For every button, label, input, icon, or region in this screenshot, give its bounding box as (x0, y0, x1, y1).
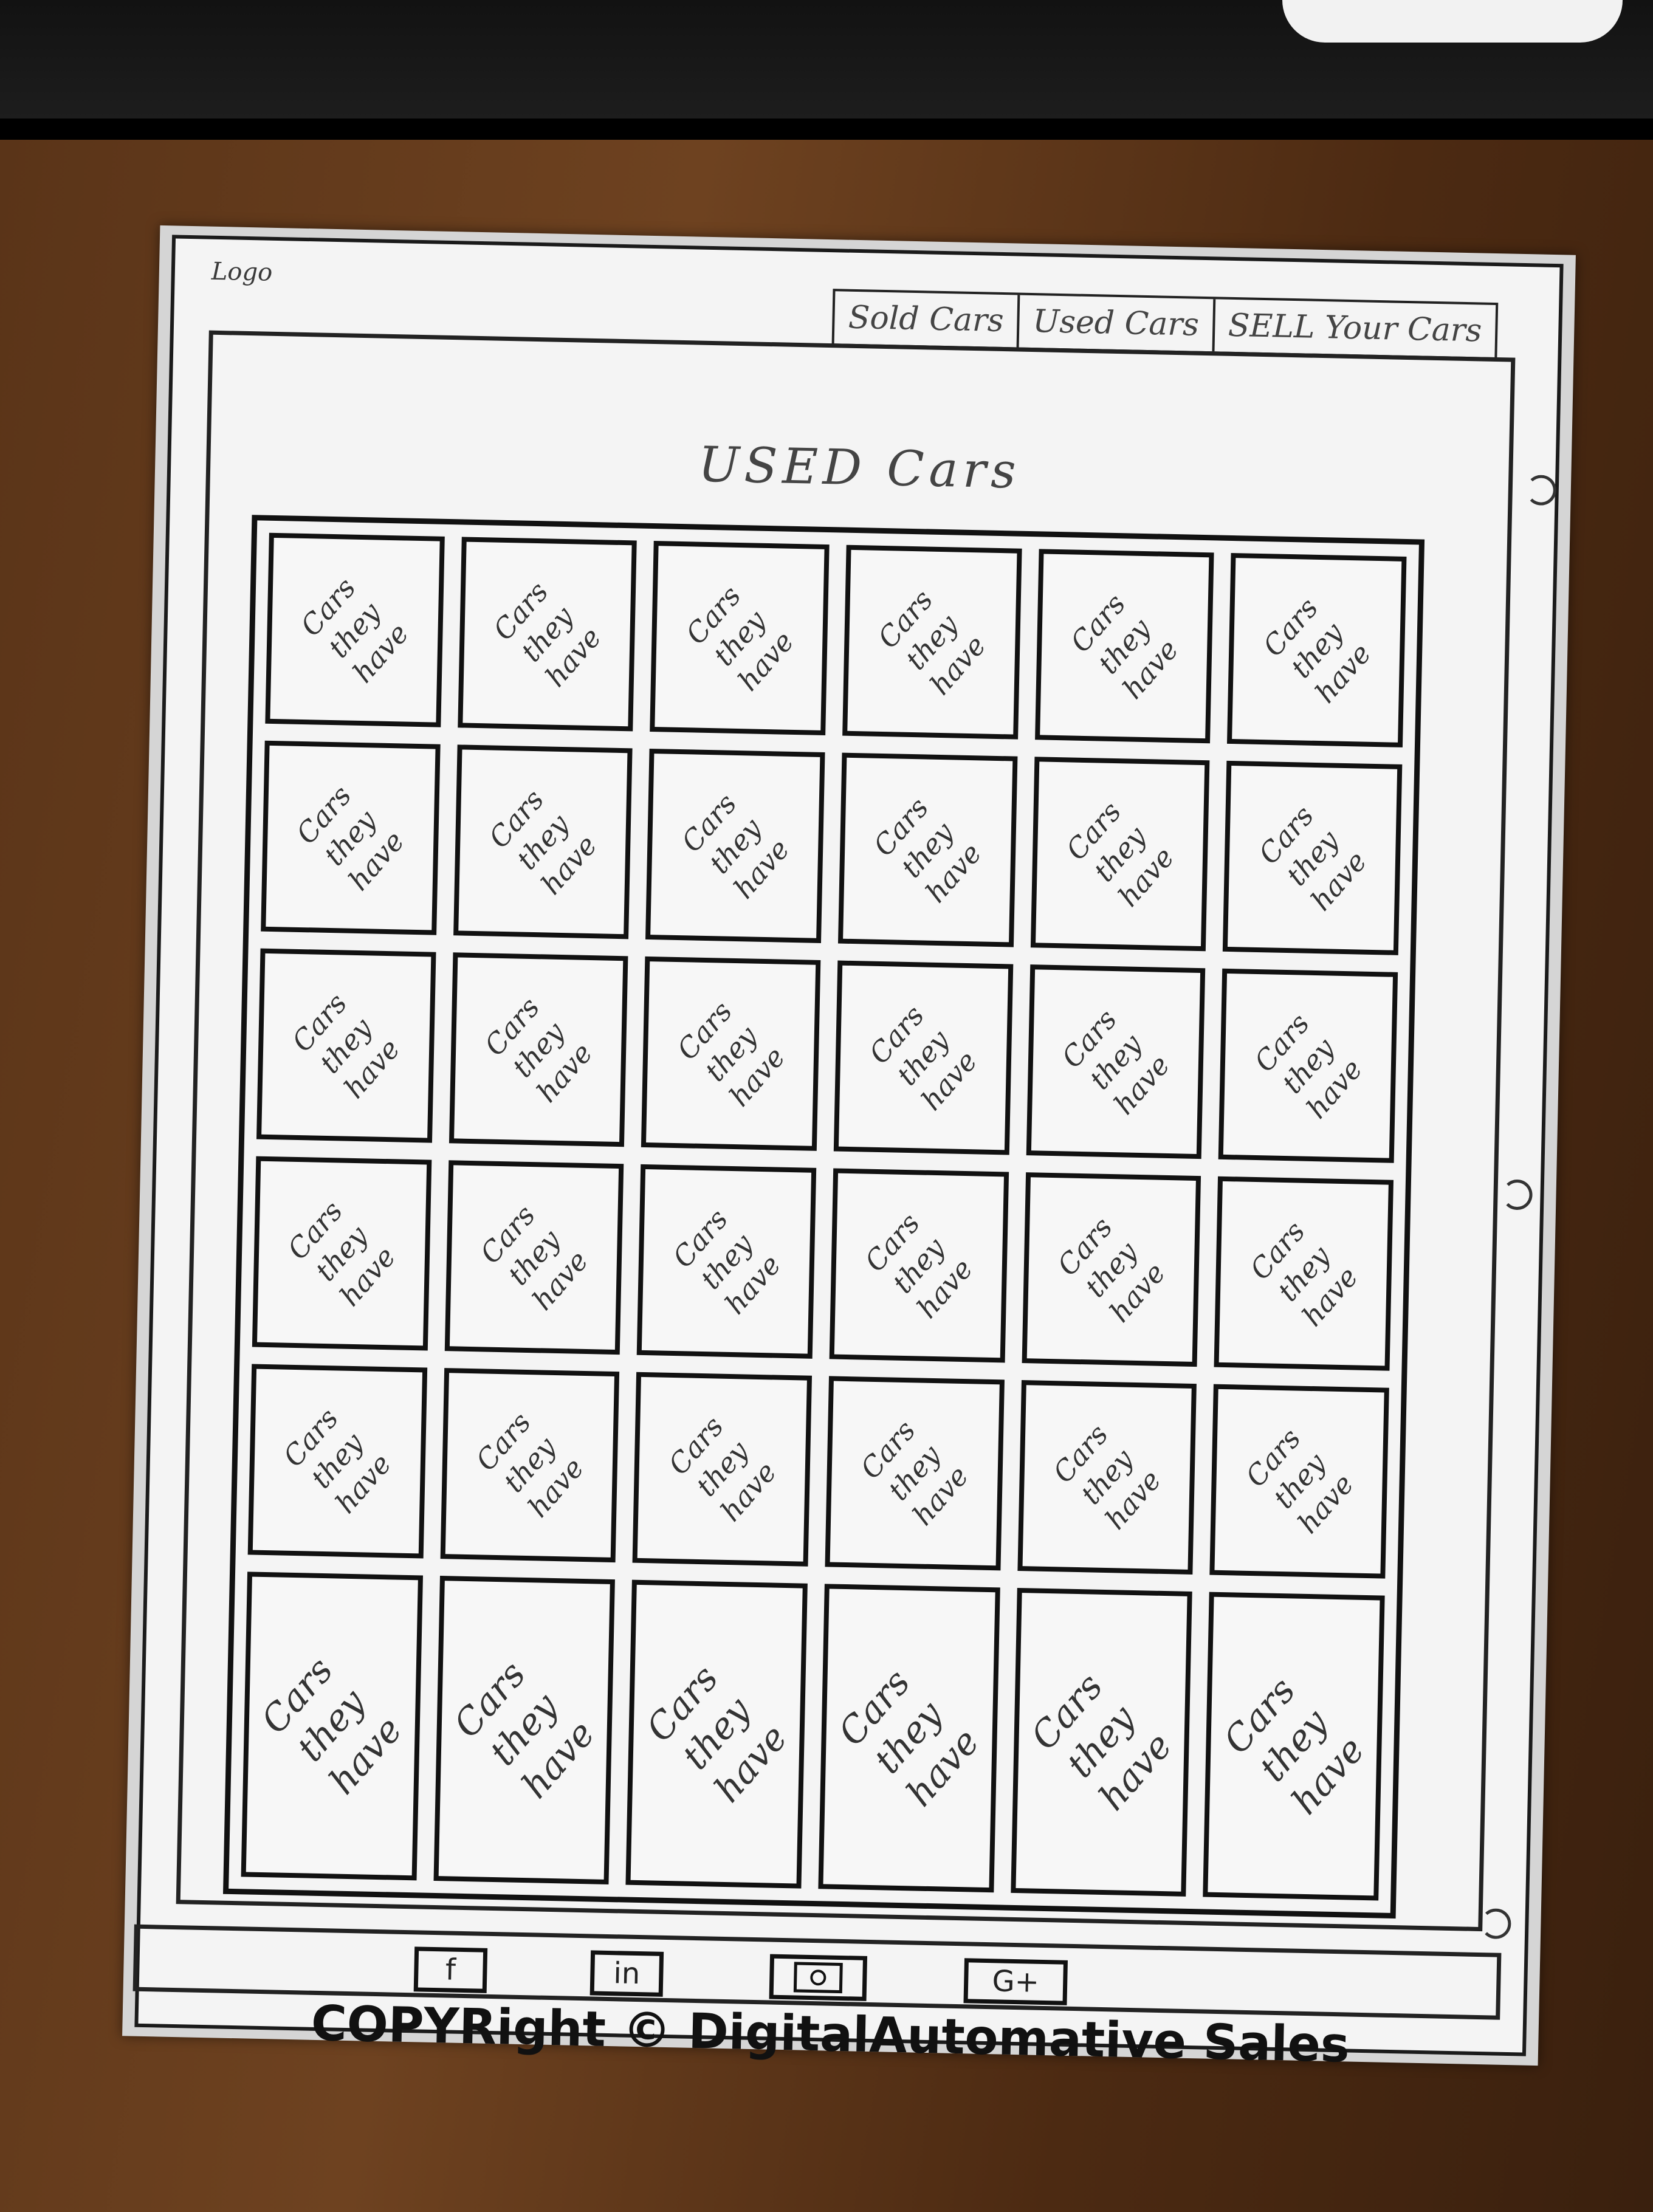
car-card-label: Cars they have (253, 1649, 411, 1803)
car-card[interactable]: Cars they have (256, 948, 436, 1143)
car-card[interactable]: Cars they have (818, 1584, 1000, 1893)
car-card[interactable]: Cars they have (1227, 552, 1407, 747)
page-title: USED Cars (698, 436, 1022, 500)
car-card[interactable]: Cars they have (1223, 760, 1403, 955)
car-card[interactable]: Cars they have (1034, 549, 1214, 744)
scrollbar-bottom-handle[interactable] (1480, 1908, 1511, 1940)
car-card[interactable]: Cars they have (241, 1571, 423, 1881)
car-card[interactable]: Cars they have (440, 1367, 620, 1562)
car-card-label: Cars they have (1022, 1665, 1181, 1819)
logo[interactable]: Logo (211, 258, 272, 287)
car-card-label: Cars they have (1046, 1418, 1167, 1536)
car-card[interactable]: Cars they have (433, 1575, 616, 1884)
nav-used-cars[interactable]: Used Cars (1019, 295, 1215, 352)
car-card[interactable]: Cars they have (842, 544, 1022, 740)
camera-lens (810, 1969, 826, 1986)
car-card[interactable]: Cars they have (625, 1579, 808, 1889)
car-card[interactable]: Cars they have (637, 1164, 817, 1359)
nav-sold-cars[interactable]: Sold Cars (834, 291, 1020, 348)
car-card-label: Cars they have (1251, 799, 1373, 917)
car-card-label: Cars they have (867, 791, 988, 909)
car-card-label: Cars they have (858, 1206, 980, 1324)
screen-glow (1282, 0, 1623, 43)
car-card-label: Cars they have (294, 571, 416, 689)
camera-icon[interactable] (769, 1954, 868, 2001)
car-grid: Cars they have Cars they have Cars they ha… (222, 515, 1425, 1919)
car-card[interactable]: Cars they have (1017, 1379, 1197, 1575)
car-card-label: Cars they have (285, 986, 407, 1105)
car-card[interactable]: Cars they have (829, 1168, 1009, 1363)
car-card-label: Cars they have (469, 1406, 591, 1524)
content-frame: USED Cars Cars they have Cars they have Ca… (176, 330, 1557, 1940)
car-card-label: Cars they have (854, 1414, 975, 1532)
car-card-label: Cars they have (830, 1661, 988, 1815)
car-card-label: Cars they have (679, 579, 800, 697)
car-card-label: Cars they have (1051, 1211, 1172, 1328)
car-card-label: Cars they have (289, 778, 411, 897)
car-card[interactable]: Cars they have (247, 1364, 427, 1559)
car-card[interactable]: Cars they have (1030, 757, 1210, 952)
car-card-label: Cars they have (1239, 1422, 1360, 1540)
scrollbar-mid-handle[interactable] (1502, 1179, 1533, 1211)
facebook-icon[interactable]: f (413, 1946, 488, 1993)
car-card[interactable]: Cars they have (1214, 1176, 1394, 1371)
monitor-edge (0, 118, 1653, 143)
wireframe-page: Logo Sold Cars Used Cars SELL Your Cars … (132, 235, 1564, 2073)
car-card[interactable]: Cars they have (645, 748, 825, 943)
monitor-background (0, 0, 1653, 143)
car-card[interactable]: Cars they have (837, 752, 1018, 947)
car-card[interactable]: Cars they have (825, 1376, 1005, 1571)
car-card-label: Cars they have (445, 1653, 603, 1807)
car-card[interactable]: Cars they have (1022, 1172, 1201, 1367)
car-card-label: Cars they have (637, 1657, 796, 1811)
car-card[interactable]: Cars they have (632, 1372, 813, 1567)
car-card[interactable]: Cars they have (1218, 968, 1398, 1163)
car-card-label: Cars they have (482, 783, 603, 901)
car-card[interactable]: Cars they have (650, 541, 830, 735)
car-card-label: Cars they have (670, 994, 792, 1113)
car-card-label: Cars they have (478, 991, 599, 1108)
car-card[interactable]: Cars they have (265, 532, 445, 727)
car-card-label: Cars they have (1215, 1669, 1373, 1823)
nav-sell-your-cars[interactable]: SELL Your Cars (1214, 299, 1496, 357)
car-card-label: Cars they have (1243, 1214, 1364, 1333)
car-card-label: Cars they have (281, 1194, 402, 1312)
car-card[interactable]: Cars they have (261, 740, 441, 935)
car-card[interactable]: Cars they have (448, 952, 628, 1147)
car-card-label: Cars they have (1055, 1003, 1177, 1121)
google-plus-icon[interactable]: G+ (963, 1958, 1068, 2005)
car-card[interactable]: Cars they have (444, 1160, 624, 1355)
car-card-label: Cars they have (486, 575, 608, 693)
car-card[interactable]: Cars they have (1010, 1587, 1193, 1897)
car-card-label: Cars they have (1064, 587, 1185, 705)
car-card[interactable]: Cars they have (1209, 1384, 1389, 1579)
car-card-label: Cars they have (1256, 591, 1378, 709)
car-card-label: Cars they have (871, 583, 993, 701)
scrollbar-top-handle[interactable] (1525, 475, 1557, 506)
car-card-label: Cars they have (473, 1198, 595, 1316)
car-card-label: Cars they have (862, 998, 984, 1117)
linkedin-icon[interactable]: in (589, 1950, 664, 1997)
car-card-label: Cars they have (1247, 1006, 1369, 1125)
car-card[interactable]: Cars they have (252, 1156, 432, 1351)
car-card[interactable]: Cars they have (641, 956, 821, 1151)
car-card[interactable]: Cars they have (453, 744, 633, 939)
car-card-label: Cars they have (661, 1410, 783, 1528)
car-card[interactable]: Cars they have (457, 537, 637, 732)
car-card-label: Cars they have (277, 1402, 398, 1520)
car-card-label: Cars they have (665, 1202, 787, 1321)
car-card[interactable]: Cars they have (1203, 1592, 1385, 1901)
car-card[interactable]: Cars they have (1026, 964, 1206, 1159)
car-card[interactable]: Cars they have (833, 960, 1013, 1155)
car-card-label: Cars they have (1059, 795, 1181, 913)
car-card-label: Cars they have (675, 787, 796, 905)
camera-frame (793, 1962, 843, 1994)
